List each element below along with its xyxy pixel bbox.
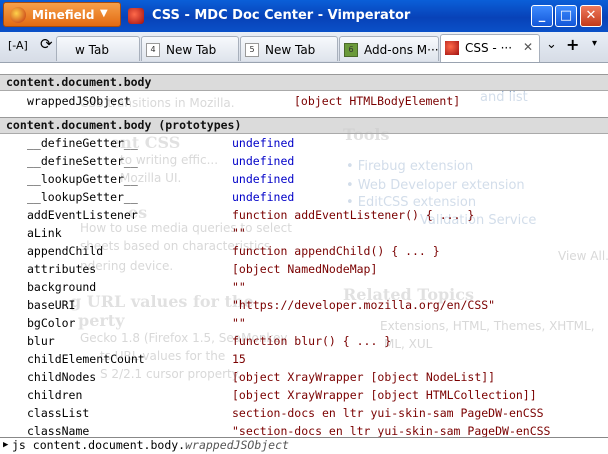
app-menu-button[interactable]: Minefield ▼ [3,2,121,27]
inspector-row: background "" [0,278,608,296]
property-value: undefined [232,172,295,186]
inspector-row: childNodes [object XrayWrapper [object No… [0,368,608,386]
inspector-row: blur function blur() { ... } [0,332,608,350]
list-tabs-icon[interactable]: ⌄ [546,37,557,57]
property-value: "section-docs en ltr yui-skin-sam PageDW… [232,424,551,437]
close-window-button[interactable]: ✕ [580,5,602,27]
window-icon [128,8,144,24]
prompt-arrow-icon: ▶ [3,440,9,450]
tab-menu-icon[interactable]: ▾ [592,38,597,58]
inspector-row: className "section-docs en ltr yui-skin-s… [0,422,608,437]
tab-new-tab-1[interactable]: w Tab [56,36,140,61]
tab-label: CSS - ··· [465,41,513,55]
title-bar: Minefield ▼ CSS - MDC Doc Center - Vimpe… [0,0,608,32]
property-name: __defineSetter__ [27,154,138,168]
property-name: aLink [27,226,62,240]
property-name: __defineGetter__ [27,136,138,150]
property-value: function appendChild() { ... } [232,244,440,258]
page-icon: 4 [146,43,160,57]
close-tab-icon[interactable]: ✕ [523,40,533,54]
inspector-row: appendChild function appendChild() { ... … [0,242,608,260]
property-value: function blur() { ... } [232,334,392,348]
tab-new-tab-4[interactable]: 4 New Tab [141,36,239,61]
inspector-row: baseURI "https://developer.mozilla.org/en… [0,296,608,314]
inspector-section-header: content.document.body (prototypes) [0,117,608,134]
inspector-row: __defineSetter__ undefined [0,152,608,170]
property-value: 15 [232,352,246,366]
maximize-button[interactable]: □ [555,5,577,27]
property-value: [object NamedNodeMap] [232,262,378,276]
command-text[interactable]: js content.document.body.wrappedJSObject [12,438,289,453]
mode-indicator: [-A] [8,39,28,52]
inspector-row: children [object XrayWrapper [object HTML… [0,386,608,404]
inspector-row: __lookupSetter__ undefined [0,188,608,206]
window-title: CSS - MDC Doc Center - Vimperator [152,8,411,23]
property-name: className [27,424,90,437]
property-name: bgColor [27,316,76,330]
inspector-row: classList section-docs en ltr yui-skin-sa… [0,404,608,422]
command-completion: wrappedJSObject [185,438,289,452]
mdc-icon [445,41,459,55]
property-value: undefined [232,190,295,204]
property-value: "https://developer.mozilla.org/en/CSS" [232,298,496,312]
inspector-row: addEventListener function addEventListene… [0,206,608,224]
tab-label: New Tab [166,43,217,57]
property-value: undefined [232,136,295,150]
tab-label: w Tab [75,43,109,57]
puzzle-icon: 6 [344,43,358,57]
property-name: children [27,388,83,402]
minimize-button[interactable]: _ [531,5,553,27]
page-icon: 5 [245,43,259,57]
tab-bar: [-A] ⟳ w Tab 4 New Tab 5 New Tab 6 Add-o… [0,32,608,63]
property-name: childNodes [27,370,97,384]
firefox-icon [10,7,26,23]
property-name: addEventListener [27,208,138,222]
new-tab-button[interactable]: + [566,35,579,55]
property-name: baseURI [27,298,76,312]
app-menu-label: Minefield [32,8,95,22]
property-value: [object XrayWrapper [object HTMLCollecti… [232,388,537,402]
tab-css-active[interactable]: CSS - ··· ✕ [440,34,540,62]
inspector-section-header: content.document.body [0,74,608,91]
command-line[interactable]: ▶ js content.document.body.wrappedJSObje… [0,437,608,454]
tab-label: New Tab [265,43,316,57]
property-name: attributes [27,262,97,276]
property-value: [object HTMLBodyElement] [294,94,461,108]
inspector-row: attributes [object NamedNodeMap] [0,260,608,278]
js-inspector-output: content.document.body content.document.bo… [0,74,608,437]
property-value: section-docs en ltr yui-skin-sam PageDW-… [232,406,544,420]
property-value: undefined [232,154,295,168]
property-name: wrappedJSObject [27,94,131,108]
property-name: __lookupSetter__ [27,190,138,204]
inspector-row: __defineGetter__ undefined [0,134,608,152]
inspector-row: bgColor "" [0,314,608,332]
command-input[interactable]: js content.document.body. [12,438,185,452]
property-name: blur [27,334,55,348]
property-name: childElementCount [27,352,145,366]
property-name: classList [27,406,90,420]
property-name: background [27,280,97,294]
property-value: "" [232,316,246,330]
tab-new-tab-5[interactable]: 5 New Tab [240,36,338,61]
tab-label: Add-ons M··· [364,43,439,57]
inspector-row: aLink "" [0,224,608,242]
chevron-down-icon: ▼ [100,8,108,19]
property-value: "" [232,280,246,294]
property-value: "" [232,226,246,240]
property-value: function addEventListener() { ... } [232,208,475,222]
property-name: appendChild [27,244,104,258]
property-value: [object XrayWrapper [object NodeList]] [232,370,496,384]
inspector-row: wrappedJSObject [object HTMLBodyElement] [0,92,608,110]
reload-icon[interactable]: ⟳ [40,35,53,55]
property-name: __lookupGetter__ [27,172,138,186]
inspector-row: __lookupGetter__ undefined [0,170,608,188]
tab-addons-manager[interactable]: 6 Add-ons M··· [339,36,439,61]
inspector-row: childElementCount 15 [0,350,608,368]
